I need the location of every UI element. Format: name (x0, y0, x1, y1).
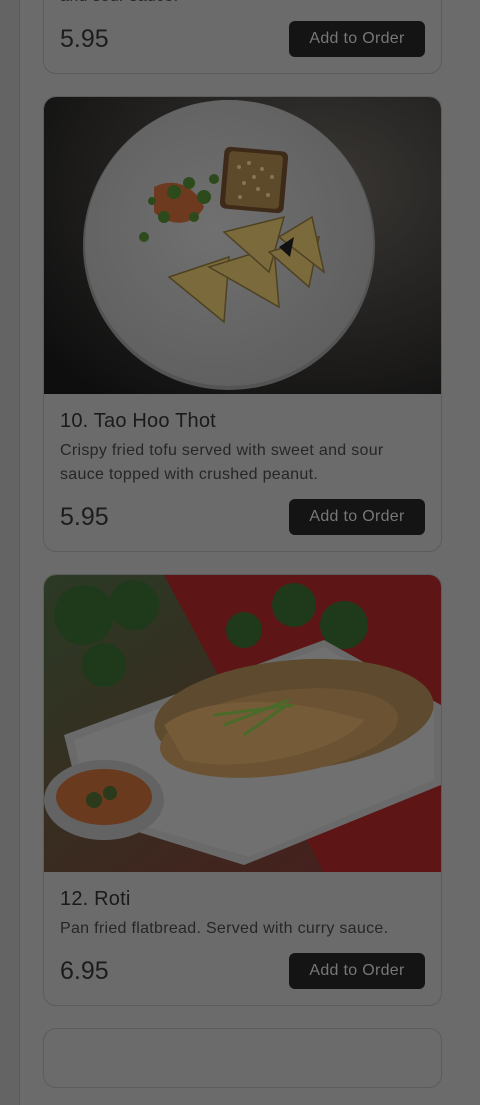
item-price-row: 6.95 Add to Order (60, 953, 425, 989)
item-price-row: 5.95 Add to Order (60, 21, 425, 57)
fried-tofu-photo (44, 97, 441, 394)
item-price-row: 5.95 Add to Order (60, 499, 425, 535)
menu-item-card: Crispy fried vegetable rolls served with… (43, 0, 442, 74)
item-description: Pan fried flatbread. Served with curry s… (60, 920, 389, 937)
item-price: 5.95 (60, 24, 109, 53)
item-price: 5.95 (60, 502, 109, 531)
item-title: 10. Tao Hoo Thot (60, 410, 216, 432)
item-description: Crispy fried tofu served with sweet and … (60, 442, 384, 483)
item-price: 6.95 (60, 956, 109, 985)
menu-list: Crispy fried vegetable rolls served with… (43, 0, 442, 1105)
add-to-order-button[interactable]: Add to Order (289, 499, 425, 535)
add-to-order-button[interactable]: Add to Order (289, 953, 425, 989)
menu-page: Crispy fried vegetable rolls served with… (0, 0, 480, 1105)
side-rail (0, 0, 20, 1105)
item-title: 12. Roti (60, 888, 131, 910)
menu-item-card (43, 1028, 442, 1088)
roti-photo (44, 575, 441, 872)
menu-item-card: 12. Roti Pan fried flatbread. Served wit… (43, 574, 442, 1006)
add-to-order-button[interactable]: Add to Order (289, 21, 425, 57)
item-description: Crispy fried vegetable rolls served with… (60, 0, 425, 9)
menu-item-card: 10. Tao Hoo Thot Crispy fried tofu serve… (43, 96, 442, 552)
